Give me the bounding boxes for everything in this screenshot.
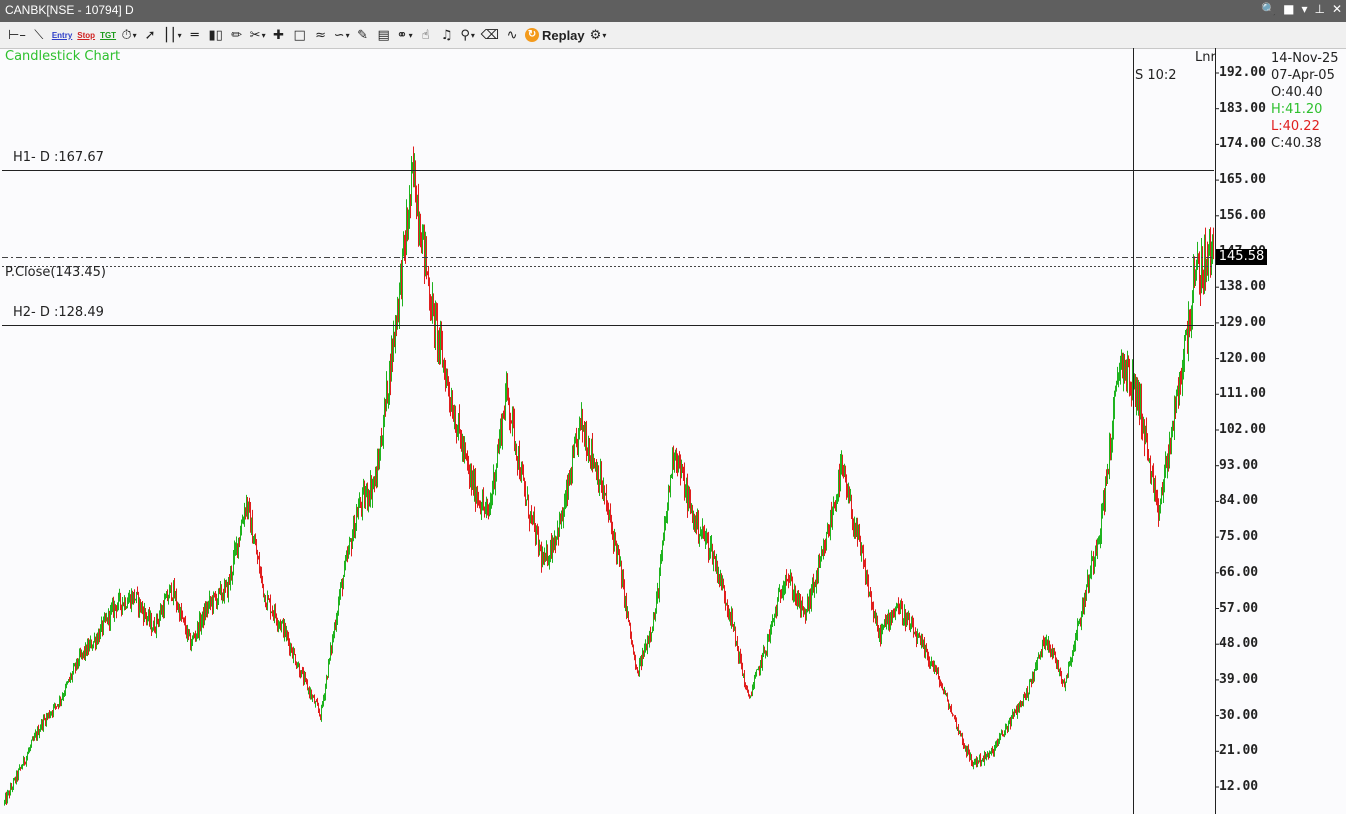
- dropdown-icon[interactable]: ▾: [1301, 2, 1307, 16]
- price-tick-label: 192.00: [1219, 65, 1266, 80]
- rectangle-icon[interactable]: □: [292, 25, 308, 45]
- price-tick-label: 84.00: [1219, 493, 1259, 509]
- info-open: O:40.40: [1271, 85, 1323, 100]
- session-label: S 10:2: [1135, 68, 1177, 83]
- candlestick-plot[interactable]: [0, 48, 1346, 814]
- h1-label: H1- D :167.67: [13, 150, 104, 165]
- delete-icon[interactable]: ⌫: [481, 25, 499, 45]
- replay-button[interactable]: ↻ Replay: [525, 25, 585, 45]
- target-button[interactable]: TGT: [100, 25, 116, 45]
- chart-toolbar: ⊢– ⟍ Entry Stop TGT ⏱ ▾ ➚ ⎮⎮ ▾ ═ ▮▯ ✏ ✂ ▾ ✚…: [0, 22, 1346, 49]
- price-tick-label: 102.00: [1219, 422, 1266, 437]
- price-tick-label: 48.00: [1219, 636, 1259, 652]
- price-tick-label: 12.00: [1219, 779, 1259, 794]
- entry-button[interactable]: Entry: [52, 25, 72, 45]
- info-close: C:40.38: [1271, 136, 1322, 151]
- price-tick-label: 111.00: [1219, 386, 1266, 402]
- pointer-hand-icon[interactable]: ☝: [418, 25, 434, 45]
- crosshair-cursor-icon[interactable]: ✚: [271, 25, 287, 45]
- price-tick-label: 30.00: [1219, 707, 1259, 723]
- trendline-icon[interactable]: ⟍: [31, 25, 47, 45]
- pin-icon[interactable]: ⊥: [1314, 2, 1324, 16]
- pointer-icon[interactable]: ➚: [142, 25, 158, 45]
- candles-group: [4, 146, 1214, 806]
- stop-button[interactable]: Stop: [77, 25, 95, 45]
- price-tick-label: 183.00: [1219, 100, 1266, 116]
- window-title: CANBK[NSE - 10794] D: [5, 3, 134, 17]
- price-tick-label: 66.00: [1219, 564, 1259, 580]
- volume-bars-icon[interactable]: ▮▯: [208, 25, 224, 45]
- settings-gear-icon[interactable]: ⚙ ▾: [590, 25, 607, 45]
- pattern-icon[interactable]: ∽ ▾: [334, 25, 350, 45]
- price-tick-label: 165.00: [1219, 172, 1266, 188]
- close-icon[interactable]: ✕: [1332, 2, 1342, 16]
- compare-icon[interactable]: ∿: [504, 25, 520, 45]
- previous-close-label: P.Close(143.45): [5, 265, 106, 280]
- window-controls: 🔍 ■ ▾ ⊥ ✕: [1261, 2, 1342, 16]
- title-bar: CANBK[NSE - 10794] D 🔍 ■ ▾ ⊥ ✕: [0, 0, 1346, 22]
- chart-title: Candlestick Chart: [5, 49, 121, 64]
- info-low: L:40.22: [1271, 119, 1320, 134]
- price-tick-label: 129.00: [1219, 314, 1266, 330]
- info-bar-date: 07-Apr-05: [1271, 68, 1335, 83]
- wave-icon[interactable]: ≈: [313, 25, 329, 45]
- zoom-icon[interactable]: ⚲ ▾: [460, 25, 476, 45]
- chart-area[interactable]: Candlestick Chart H1- D :167.67 P.Close(…: [0, 48, 1346, 814]
- replay-icon: ↻: [525, 28, 540, 42]
- scissors-icon[interactable]: ✂ ▾: [250, 25, 266, 45]
- h2-label: H2- D :128.49: [13, 305, 104, 320]
- alert-bell-icon[interactable]: ♫: [439, 25, 455, 45]
- replay-label: Replay: [542, 27, 585, 43]
- price-tick-label: 21.00: [1219, 743, 1259, 759]
- search-icon[interactable]: 🔍: [1261, 2, 1276, 16]
- price-tick-label: 57.00: [1219, 600, 1259, 616]
- price-tick-label: 93.00: [1219, 457, 1259, 473]
- line-segment-icon[interactable]: ⊢–: [8, 25, 26, 45]
- ohlc-info-panel: 14-Nov-25 07-Apr-05 O:40.40 H:41.20 L:40…: [1271, 50, 1339, 152]
- price-tick-label: 138.00: [1219, 279, 1266, 295]
- current-price-badge: 145.58: [1216, 249, 1267, 266]
- price-tick-label: 120.00: [1219, 350, 1266, 366]
- price-tick-label: 39.00: [1219, 671, 1259, 687]
- script-icon[interactable]: ▤: [376, 25, 392, 45]
- bar-style-icon[interactable]: ⎮⎮ ▾: [163, 25, 182, 45]
- price-tick-label: 156.00: [1219, 207, 1266, 223]
- horizontal-lines-icon[interactable]: ═: [187, 25, 203, 45]
- ruler-icon[interactable]: ✏: [229, 25, 245, 45]
- user-icon[interactable]: ■: [1283, 2, 1294, 16]
- chart-tools-icon[interactable]: ✎: [355, 25, 371, 45]
- info-date: 14-Nov-25: [1271, 51, 1339, 66]
- info-high: H:41.20: [1271, 102, 1323, 117]
- timer-icon[interactable]: ⏱ ▾: [121, 25, 137, 45]
- linear-scale-label[interactable]: Lnr: [1195, 50, 1216, 65]
- link-icon[interactable]: ⚭ ▾: [397, 25, 413, 45]
- price-tick-label: 174.00: [1219, 136, 1266, 152]
- price-tick-label: 75.00: [1219, 529, 1259, 545]
